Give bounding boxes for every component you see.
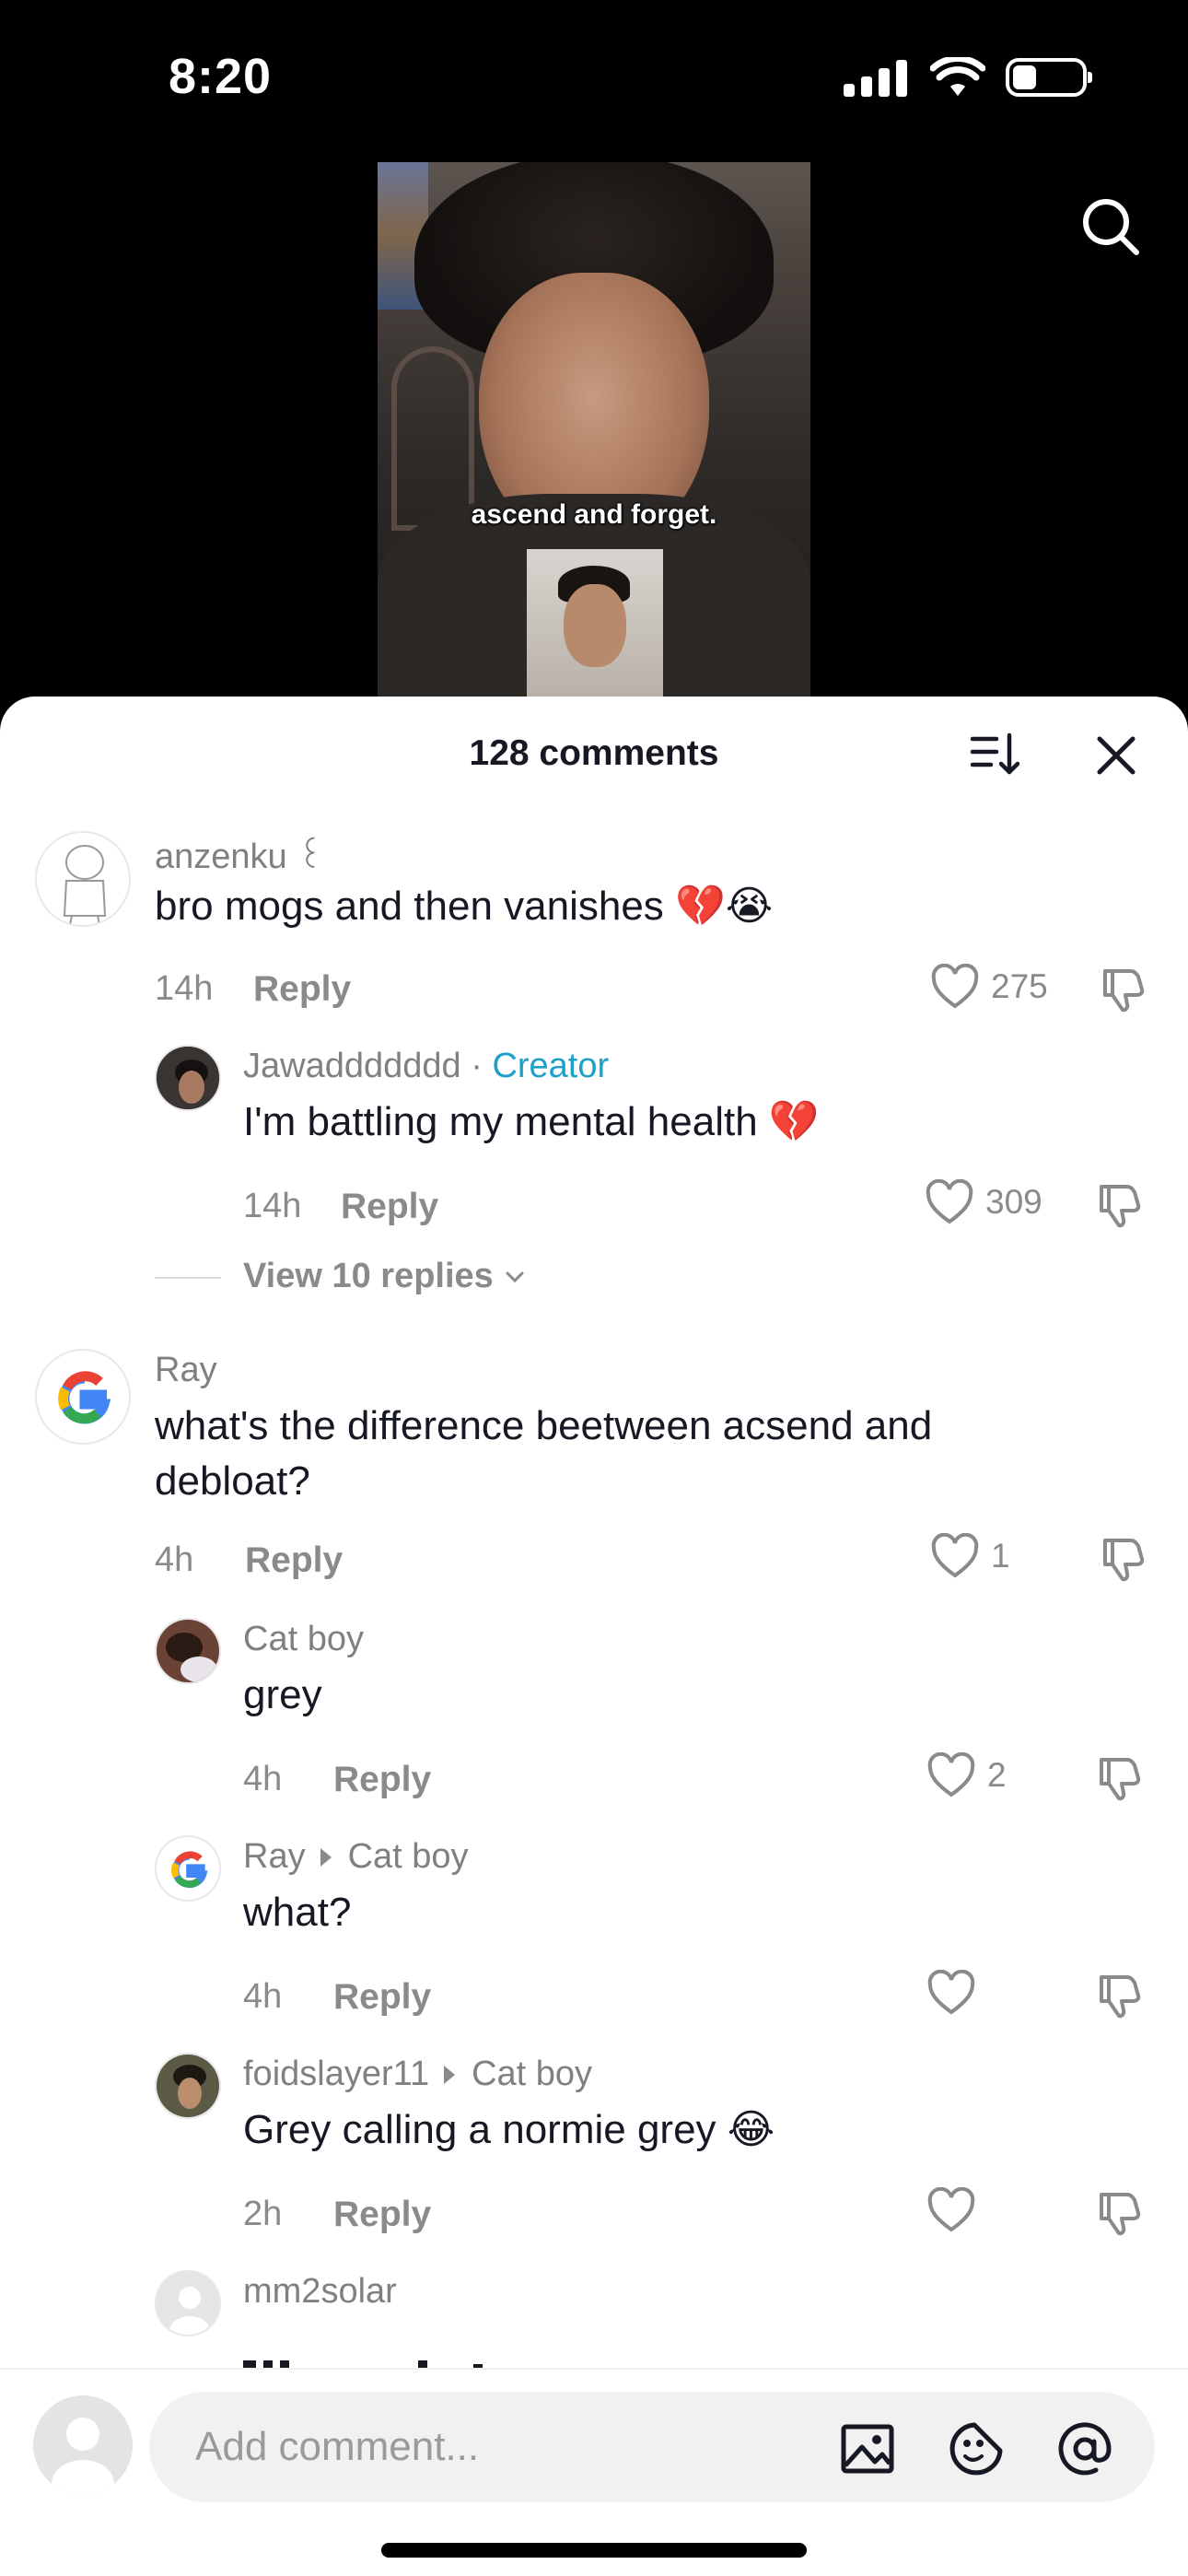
like-count: 275 [991, 967, 1048, 1005]
like-button[interactable]: 2 [926, 1752, 1007, 1798]
like-count: 2 [987, 1756, 1007, 1794]
avatar-photo [157, 1047, 219, 1109]
comment-username[interactable]: Cat boy [243, 1620, 364, 1659]
image-icon[interactable] [838, 2419, 897, 2478]
dislike-icon[interactable] [1096, 1533, 1147, 1585]
video-pip-overlay [527, 549, 663, 697]
comment-age: 2h [243, 2195, 283, 2233]
google-logo-icon [58, 1371, 111, 1424]
avatar-photo [157, 2055, 219, 2117]
comments-header: 128 comments [0, 697, 1188, 807]
google-logo-icon [171, 1851, 208, 1889]
like-count: 309 [985, 1183, 1042, 1221]
status-time: 8:20 [169, 49, 273, 104]
comments-sheet: 128 comments anzenku ꒰ bro mogs and then… [0, 697, 1188, 2576]
username-text: Ray [243, 1837, 306, 1876]
view-replies-label: View 10 replies [243, 1257, 494, 1295]
creator-badge: Creator [492, 1047, 610, 1085]
reply-arrow-icon [444, 2065, 456, 2084]
reply-button[interactable]: Reply [333, 2195, 431, 2235]
comment-username[interactable]: Ray [155, 1351, 217, 1390]
dislike-icon[interactable] [1096, 964, 1147, 1015]
sort-icon[interactable] [969, 728, 1020, 779]
dislike-icon[interactable] [1092, 1179, 1144, 1231]
comment-input[interactable] [195, 2419, 840, 2475]
comment-age: 4h [243, 1977, 283, 2016]
like-button[interactable]: 1 [930, 1533, 1010, 1579]
like-button[interactable]: 309 [925, 1179, 1042, 1225]
comment-text: grey [243, 1672, 322, 1717]
comment-username[interactable]: foidslayer11 Cat boy [243, 2055, 592, 2094]
reply-arrow-icon [320, 1847, 332, 1867]
heart-icon [931, 964, 979, 1009]
video-caption: ascend and forget. [471, 499, 717, 530]
like-button[interactable]: 275 [930, 964, 1048, 1010]
comment-text: I'm battling my mental health 💔 [243, 1099, 820, 1144]
mention-icon[interactable] [1055, 2419, 1114, 2478]
reply-button[interactable]: Reply [333, 1760, 431, 1800]
view-replies-divider [155, 1277, 221, 1279]
comment-composer-bar [0, 2368, 1188, 2576]
close-icon[interactable] [1089, 728, 1144, 783]
avatar[interactable] [155, 1835, 221, 1902]
like-count: 1 [991, 1537, 1010, 1575]
emoji-sticker-icon[interactable] [947, 2419, 1006, 2478]
heart-icon [927, 1752, 975, 1797]
dislike-icon[interactable] [1092, 1752, 1144, 1804]
view-replies-button[interactable]: View 10 replies [243, 1257, 527, 1296]
search-icon[interactable] [1077, 193, 1142, 258]
comment-text: Grey calling a normie grey 😂 [243, 2107, 775, 2152]
wifi-icon [930, 57, 985, 96]
like-button[interactable] [926, 2187, 987, 2233]
comment-username[interactable]: Ray Cat boy [243, 1837, 469, 1877]
heart-icon [931, 1533, 979, 1578]
comment-username[interactable]: anzenku ꒰ [155, 831, 324, 877]
battery-icon [1006, 58, 1092, 97]
comment-text: what's the difference beetween acsend an… [155, 1403, 933, 1504]
avatar[interactable] [155, 2053, 221, 2119]
like-button[interactable] [926, 1970, 987, 2016]
home-indicator [381, 2543, 807, 2558]
avatar-sketch-icon [63, 845, 107, 925]
default-avatar-icon [52, 2418, 114, 2495]
comment-input-container[interactable] [149, 2392, 1155, 2502]
my-avatar[interactable] [33, 2395, 133, 2495]
avatar[interactable] [155, 1045, 221, 1111]
reply-button[interactable]: Reply [245, 1540, 343, 1581]
reply-to-username: Cat boy [472, 2055, 593, 2093]
comment-age: 4h [155, 1540, 194, 1579]
reply-button[interactable]: Reply [333, 1977, 431, 2018]
heart-icon [927, 2187, 975, 2232]
reply-to-username: Cat boy [347, 1837, 469, 1876]
cellular-signal-icon [844, 60, 907, 97]
dislike-icon[interactable] [1092, 1970, 1144, 2021]
status-bar: 8:20 [0, 0, 1188, 157]
avatar[interactable] [155, 1618, 221, 1684]
avatar[interactable] [35, 831, 131, 927]
avatar[interactable] [35, 1349, 131, 1445]
reply-button[interactable]: Reply [253, 969, 351, 1010]
dislike-icon[interactable] [1092, 2187, 1144, 2239]
comment-age: 14h [243, 1187, 302, 1225]
comment-age: 14h [155, 969, 214, 1008]
avatar-photo [157, 1620, 219, 1682]
heart-icon [926, 1179, 973, 1224]
default-avatar-icon [157, 2272, 219, 2335]
chevron-down-icon [506, 1271, 524, 1282]
comment-username[interactable]: mm2solar [243, 2272, 397, 2312]
avatar[interactable] [155, 2270, 221, 2336]
comment-username[interactable]: Jawaddddddd · Creator [243, 1047, 609, 1086]
comment-text: what? [243, 1890, 352, 1935]
username-text: Jawaddddddd [243, 1047, 461, 1085]
reply-button[interactable]: Reply [341, 1187, 438, 1227]
username-separator: · [460, 1047, 493, 1085]
heart-icon [927, 1970, 975, 2015]
status-icons [844, 57, 1092, 98]
username-text: foidslayer11 [243, 2055, 430, 2093]
comment-age: 4h [243, 1760, 283, 1798]
comment-text: bro mogs and then vanishes 💔😭 [155, 884, 774, 929]
video-preview[interactable]: ascend and forget. [378, 162, 810, 697]
